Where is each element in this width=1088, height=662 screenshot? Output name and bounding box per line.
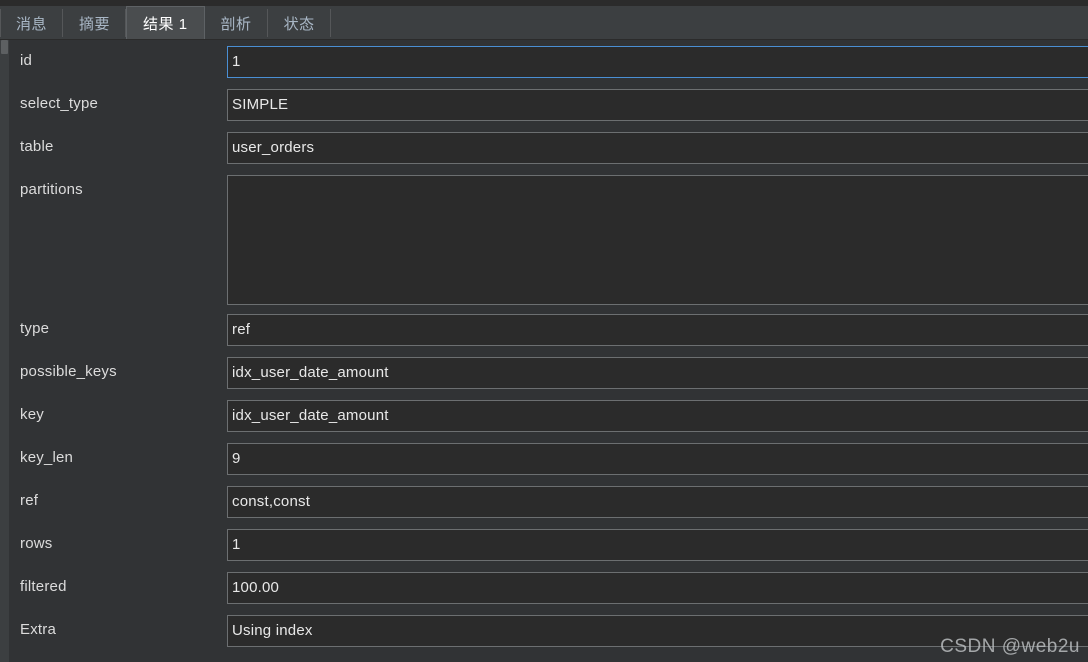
result-form-area: id 1 select_type SIMPLE table user_orderspart… — [0, 40, 1088, 662]
field-wrapper: Using index — [227, 609, 1088, 652]
field-input-key_len[interactable]: 9 — [227, 443, 1088, 475]
field-wrapper — [227, 169, 1088, 308]
field-input-select_type[interactable]: SIMPLE — [227, 89, 1088, 121]
field-row: rows 1 — [9, 523, 1088, 566]
field-wrapper: SIMPLE — [227, 83, 1088, 126]
field-label-key_len: key_len — [20, 449, 74, 466]
field-row: id 1 — [9, 40, 1088, 83]
vertical-scrollbar-thumb[interactable] — [1, 40, 8, 54]
explain-result-panel: 消息 摘要 结果 1 剖析 状态 id 1 select_type SIMPLE table us… — [0, 0, 1088, 662]
field-label-type: type — [20, 320, 50, 337]
field-label-id: id — [20, 52, 33, 69]
field-wrapper: 9 — [227, 437, 1088, 480]
field-wrapper: ref — [227, 308, 1088, 351]
field-wrapper: idx_user_date_amount — [227, 351, 1088, 394]
field-row: type ref — [9, 308, 1088, 351]
field-input-key[interactable]: idx_user_date_amount — [227, 400, 1088, 432]
field-row: select_type SIMPLE — [9, 83, 1088, 126]
field-rows: id 1 select_type SIMPLE table user_orderspart… — [9, 40, 1088, 662]
field-wrapper: 1 — [227, 523, 1088, 566]
field-row: ref const,const — [9, 480, 1088, 523]
field-row: key_len 9 — [9, 437, 1088, 480]
field-input-type[interactable]: ref — [227, 314, 1088, 346]
field-input-rows[interactable]: 1 — [227, 529, 1088, 561]
field-label-ref: ref — [20, 492, 39, 509]
field-label-rows: rows — [20, 535, 53, 552]
field-wrapper: const,const — [227, 480, 1088, 523]
tab-4[interactable]: 状态 — [267, 6, 331, 40]
field-row: possible_keys idx_user_date_amount — [9, 351, 1088, 394]
tab-3[interactable]: 剖析 — [204, 6, 268, 40]
field-label-select_type: select_type — [20, 95, 99, 112]
tab-2-active[interactable]: 结果 1 — [126, 6, 205, 40]
field-label-Extra: Extra — [20, 621, 57, 638]
field-label-partitions: partitions — [20, 181, 83, 198]
field-input-possible_keys[interactable]: idx_user_date_amount — [227, 357, 1088, 389]
field-wrapper: user_orders — [227, 126, 1088, 169]
tab-list: 消息 摘要 结果 1 剖析 状态 — [0, 6, 331, 40]
field-input-id[interactable]: 1 — [227, 46, 1088, 78]
field-row: table user_orders — [9, 126, 1088, 169]
field-input-partitions[interactable] — [227, 175, 1088, 305]
field-row: filtered 100.00 — [9, 566, 1088, 609]
result-tabbar: 消息 摘要 结果 1 剖析 状态 — [0, 0, 1088, 40]
tab-1[interactable]: 摘要 — [63, 6, 127, 40]
field-label-possible_keys: possible_keys — [20, 363, 117, 380]
vertical-scrollbar[interactable] — [0, 40, 9, 662]
field-row: partitions — [9, 169, 1088, 308]
field-label-table: table — [20, 138, 54, 155]
field-label-filtered: filtered — [20, 578, 67, 595]
field-wrapper: 100.00 — [227, 566, 1088, 609]
field-label-key: key — [20, 406, 44, 423]
field-row: Extra Using index — [9, 609, 1088, 652]
tab-0[interactable]: 消息 — [0, 6, 64, 40]
field-row: key idx_user_date_amount — [9, 394, 1088, 437]
field-input-table[interactable]: user_orders — [227, 132, 1088, 164]
field-input-Extra[interactable]: Using index — [227, 615, 1088, 647]
field-wrapper: 1 — [227, 40, 1088, 83]
field-input-ref[interactable]: const,const — [227, 486, 1088, 518]
field-wrapper: idx_user_date_amount — [227, 394, 1088, 437]
field-input-filtered[interactable]: 100.00 — [227, 572, 1088, 604]
